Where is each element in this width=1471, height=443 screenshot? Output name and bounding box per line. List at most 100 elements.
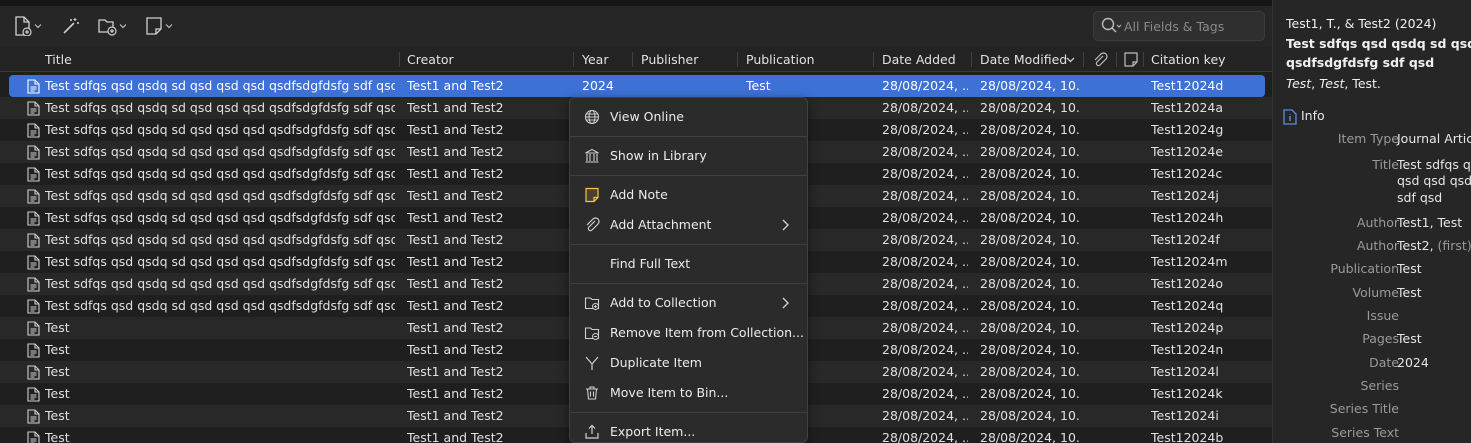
globe-icon [584,109,600,125]
column-header-date-added[interactable]: Date Added [882,47,956,72]
add-by-identifier-button[interactable] [61,14,81,38]
cell-citation-key: Test12024q [1151,298,1224,313]
journal-article-icon [27,409,40,424]
column-divider[interactable] [399,52,400,67]
field-value-pages[interactable]: Test [1397,331,1422,346]
field-label-series-text: Series Text [1331,425,1399,440]
column-header-publication[interactable]: Publication [746,47,815,72]
column-divider[interactable] [573,52,574,67]
cell-date-modified: 28/08/2024, 10... [980,298,1080,313]
cell-title: Test sdfqs qsd qsdq sd qsd qsd qsd qsdfs… [45,210,395,225]
column-header-creator[interactable]: Creator [407,47,454,72]
cell-creator: Test1 and Test2 [407,320,504,335]
field-value-title-1[interactable]: Test sdfqs qsd qsdq [1397,157,1471,172]
journal-article-icon [27,277,40,292]
cell-date-added: 28/08/2024, ... [882,232,968,247]
column-header-citation-key[interactable]: Citation key [1151,47,1226,72]
menu-item-export-item[interactable]: Export Item... [570,418,807,442]
chevron-down-icon [34,24,42,29]
field-value-title-4[interactable]: sdf qsd [1397,190,1442,205]
menu-item-label: Show in Library [610,148,707,163]
menu-item-view-online[interactable]: View Online [570,103,807,131]
journal-article-icon [27,321,40,336]
cell-creator: Test1 and Test2 [407,364,504,379]
menu-item-duplicate-item[interactable]: Duplicate Item [570,349,807,377]
cell-creator: Test1 and Test2 [407,232,504,247]
cell-year: 2024 [582,78,614,93]
cell-title: Test [45,430,70,443]
menu-item-remove-from-collection[interactable]: Remove Item from Collection... [570,319,807,347]
column-header-title[interactable]: Title [45,47,72,72]
column-header-year[interactable]: Year [582,47,608,72]
menu-item-add-attachment[interactable]: Add Attachment [570,211,807,239]
field-value-volume[interactable]: Test [1397,285,1422,300]
paperclip-icon [586,217,600,232]
new-item-button[interactable] [14,14,42,38]
cell-title: Test [45,364,70,379]
column-divider[interactable] [1083,52,1084,67]
column-divider[interactable] [1143,52,1144,67]
cell-date-added: 28/08/2024, ... [882,320,968,335]
search-icon [1101,17,1122,33]
column-divider[interactable] [873,52,874,67]
new-collection-icon [98,19,117,36]
cell-citation-key: Test12024l [1151,364,1219,379]
journal-article-icon [27,365,40,380]
menu-item-add-to-collection[interactable]: Add to Collection [570,289,807,317]
field-value-date[interactable]: 2024 [1397,355,1429,370]
field-value-author-2[interactable]: Test2, (first) [1397,238,1471,253]
cell-citation-key: Test12024g [1151,122,1224,137]
field-value-publication[interactable]: Test [1397,261,1422,276]
cell-citation-key: Test12024k [1151,386,1223,401]
citation-title-line-2: qsdfsdgfdsfg sdf qsd [1286,55,1435,70]
menu-item-move-to-bin[interactable]: Move Item to Bin... [570,379,807,407]
cell-date-modified: 28/08/2024, 10... [980,122,1080,137]
journal-article-icon [27,387,40,402]
journal-article-icon [27,79,40,94]
column-divider[interactable] [1116,52,1117,67]
cell-publication: Test [746,78,771,93]
journal-article-icon [27,431,40,443]
column-divider[interactable] [737,52,738,67]
cell-date-modified: 28/08/2024, 10... [980,430,1080,443]
new-collection-button[interactable] [97,14,127,38]
field-value-item-type[interactable]: Journal Article [1397,131,1471,146]
cell-title: Test sdfqs qsd qsdq sd qsd qsd qsd qsdfs… [45,232,395,247]
column-header-date-modified[interactable]: Date Modified [980,47,1067,72]
new-item-icon [15,16,32,36]
menu-item-show-in-library[interactable]: Show in Library [570,142,807,170]
cell-date-added: 28/08/2024, ... [882,408,968,423]
attachments-column-icon[interactable] [1092,52,1108,68]
chevron-down-icon [119,24,127,29]
chevron-right-icon [782,219,789,231]
notes-column-icon[interactable] [1123,51,1139,68]
field-value-title-2[interactable]: qsd qsd qsd [1397,173,1471,188]
table-row[interactable]: Test sdfqs qsd qsdq sd qsd qsd qsd qsdfs… [9,75,1265,97]
menu-item-label: Add to Collection [610,295,717,310]
journal-article-icon [27,145,40,160]
journal-article-icon [27,343,40,358]
cell-date-added: 28/08/2024, ... [882,254,968,269]
journal-article-icon [27,211,40,226]
column-divider[interactable] [632,52,633,67]
new-note-button[interactable] [145,14,173,38]
note-icon [585,187,599,203]
item-pane: Test1, T., & Test2 (2024) Test sdfqs qsd… [1273,0,1471,443]
journal-article-icon [27,233,40,248]
menu-item-add-note[interactable]: Add Note [570,181,807,209]
field-value-author-1[interactable]: Test1, Test [1397,215,1462,230]
info-section-header[interactable]: Info [1283,108,1471,126]
citation-pub-end: , Test. [1344,76,1381,91]
column-header-publisher[interactable]: Publisher [641,47,698,72]
citation-title-line-1: Test sdfqs qsd qsdq sd qsd qsd [1286,36,1471,51]
search-box[interactable] [1093,11,1265,41]
column-divider[interactable] [971,52,972,67]
journal-article-icon [27,255,40,270]
field-label-series-title: Series Title [1329,401,1399,416]
cell-title: Test sdfqs qsd qsdq sd qsd qsd qsd qsdfs… [45,298,395,313]
new-note-icon [146,17,162,35]
field-value-title-4-text: sdf qsd [1397,190,1443,205]
search-input[interactable] [1124,18,1252,34]
author-last-name: Test2, [1397,238,1434,253]
menu-item-find-full-text[interactable]: Find Full Text [570,250,807,278]
